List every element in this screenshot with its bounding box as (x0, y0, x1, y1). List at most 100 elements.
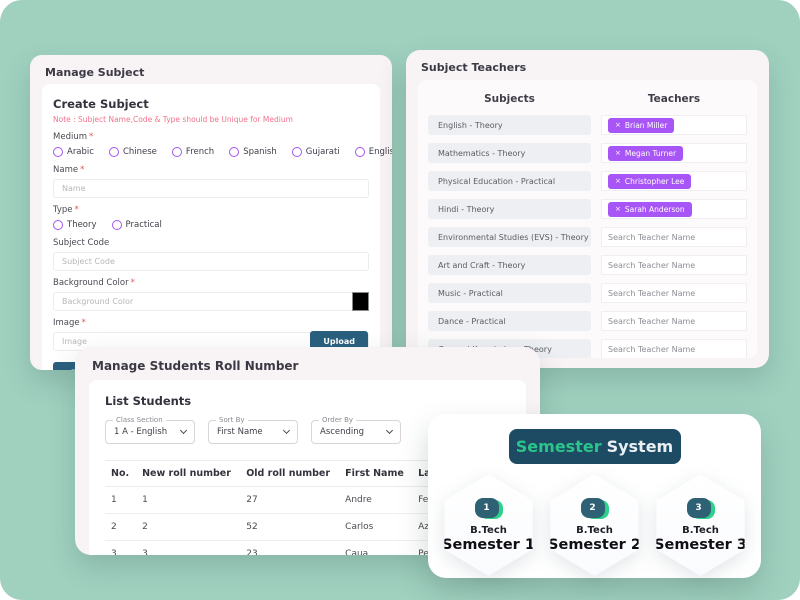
radio-type-practical[interactable]: Practical (112, 220, 162, 230)
radio-icon[interactable] (172, 147, 182, 157)
subject-cell: Art and Craft - Theory (428, 255, 591, 275)
teacher-tag[interactable]: ×Christopher Lee (608, 174, 691, 189)
teacher-tag[interactable]: ×Megan Turner (608, 146, 683, 161)
subject-code-field[interactable] (62, 257, 360, 266)
background-color-field-wrap (53, 292, 369, 311)
manage-subject-panel: Manage Subject Create Subject Note : Sub… (30, 55, 392, 370)
teacher-search-input[interactable] (608, 345, 740, 354)
close-icon[interactable]: × (615, 150, 621, 157)
medium-label: Medium* (53, 132, 369, 142)
teacher-search-input[interactable] (608, 261, 740, 270)
teacher-cell[interactable]: ×Megan Turner (601, 143, 747, 163)
semester-1-card[interactable]: 1 B.Tech Semester 1 (440, 474, 538, 576)
chevron-down-icon (283, 427, 290, 434)
manage-subject-title: Manage Subject (30, 55, 392, 86)
semester-hex-row: 1 B.Tech Semester 1 2 B.Tech Semester 2 … (428, 474, 761, 576)
required-mark: * (82, 318, 86, 328)
class-section-label: Class Section (113, 416, 166, 424)
subject-cell: Physical Education - Practical (428, 171, 591, 191)
required-mark: * (75, 205, 79, 215)
teachers-column-header: Teachers (601, 93, 747, 105)
name-field[interactable] (62, 184, 360, 193)
radio-medium-gujarati[interactable]: Gujarati (292, 147, 340, 157)
teacher-search-input[interactable] (608, 317, 740, 326)
teacher-cell[interactable]: ×Brian Miller (601, 115, 747, 135)
teacher-cell (601, 339, 747, 358)
subject-cell: Music - Practical (428, 283, 591, 303)
program-label: B.Tech (682, 525, 719, 536)
subject-teacher-row: Environmental Studies (EVS) - Theory (428, 227, 747, 247)
subject-cell: English - Theory (428, 115, 591, 135)
semester-2-hex-wrap: 2 B.Tech Semester 2 (546, 474, 644, 576)
background-color-label: Background Color* (53, 278, 369, 288)
col-no: No. (105, 461, 136, 487)
col-new-roll: New roll number (136, 461, 240, 487)
subject-teacher-row: Mathematics - Theory ×Megan Turner (428, 143, 747, 163)
semester-1-hex-wrap: 1 B.Tech Semester 1 (440, 474, 538, 576)
sort-by-value: First Name (217, 427, 263, 437)
radio-icon[interactable] (109, 147, 119, 157)
semester-label: Semester 3 (654, 537, 747, 553)
radio-medium-english[interactable]: English (355, 147, 392, 157)
radio-icon[interactable] (229, 147, 239, 157)
radio-icon[interactable] (53, 220, 63, 230)
class-section-value: 1 A - English (114, 427, 167, 437)
semester-number-badge: 3 (687, 498, 715, 519)
subject-code-field-wrap (53, 252, 369, 271)
subject-teacher-row: Hindi - Theory ×Sarah Anderson (428, 199, 747, 219)
order-by-value: Ascending (320, 427, 364, 437)
radio-icon[interactable] (53, 147, 63, 157)
close-icon[interactable]: × (615, 178, 621, 185)
close-icon[interactable]: × (615, 122, 621, 129)
semester-3-card[interactable]: 3 B.Tech Semester 3 (652, 474, 750, 576)
semester-number-badge: 2 (581, 498, 609, 519)
semester-2-card[interactable]: 2 B.Tech Semester 2 (546, 474, 644, 576)
class-section-select[interactable]: Class Section 1 A - English (105, 420, 195, 444)
radio-icon[interactable] (355, 147, 365, 157)
subject-teacher-row: Physical Education - Practical ×Christop… (428, 171, 747, 191)
unique-note: Note : Subject Name,Code & Type should b… (53, 115, 369, 124)
subject-cell: Environmental Studies (EVS) - Theory (428, 227, 591, 247)
subject-cell: Hindi - Theory (428, 199, 591, 219)
program-label: B.Tech (470, 525, 507, 536)
teacher-search-input[interactable] (608, 289, 740, 298)
teacher-tag[interactable]: ×Brian Miller (608, 118, 674, 133)
subject-teacher-row: Music - Practical (428, 283, 747, 303)
radio-type-theory[interactable]: Theory (53, 220, 97, 230)
teacher-cell (601, 227, 747, 247)
close-icon[interactable]: × (615, 206, 621, 213)
program-label: B.Tech (576, 525, 613, 536)
image-field[interactable] (62, 337, 310, 346)
col-first-name: First Name (339, 461, 412, 487)
radio-icon[interactable] (292, 147, 302, 157)
subjects-column-header: Subjects (428, 93, 591, 105)
radio-icon[interactable] (112, 220, 122, 230)
semester-system-card: Semester System 1 B.Tech Semester 1 2 B.… (428, 414, 761, 578)
name-label: Name* (53, 165, 369, 175)
type-label: Type* (53, 205, 369, 215)
radio-medium-spanish[interactable]: Spanish (229, 147, 277, 157)
required-mark: * (131, 278, 135, 288)
semester-accent-text: Semester (516, 437, 602, 456)
system-text: System (607, 437, 674, 456)
teacher-cell[interactable]: ×Sarah Anderson (601, 199, 747, 219)
teacher-cell[interactable]: ×Christopher Lee (601, 171, 747, 191)
semester-number-badge: 1 (475, 498, 503, 519)
sort-by-label: Sort By (216, 416, 248, 424)
sort-by-select[interactable]: Sort By First Name (208, 420, 298, 444)
teacher-search-input[interactable] (608, 233, 740, 242)
required-mark: * (89, 132, 93, 142)
manage-students-title: Manage Students Roll Number (75, 347, 540, 380)
semester-label: Semester 1 (442, 537, 535, 553)
order-by-select[interactable]: Order By Ascending (311, 420, 401, 444)
radio-medium-chinese[interactable]: Chinese (109, 147, 157, 157)
create-subject-heading: Create Subject (53, 97, 369, 111)
type-radio-group: Theory Practical (53, 220, 369, 230)
teacher-cell (601, 255, 747, 275)
teacher-tag[interactable]: ×Sarah Anderson (608, 202, 692, 217)
radio-medium-arabic[interactable]: Arabic (53, 147, 94, 157)
background-color-field[interactable] (62, 297, 360, 306)
semester-3-hex-wrap: 3 B.Tech Semester 3 (652, 474, 750, 576)
color-swatch[interactable] (352, 292, 369, 311)
radio-medium-french[interactable]: French (172, 147, 214, 157)
